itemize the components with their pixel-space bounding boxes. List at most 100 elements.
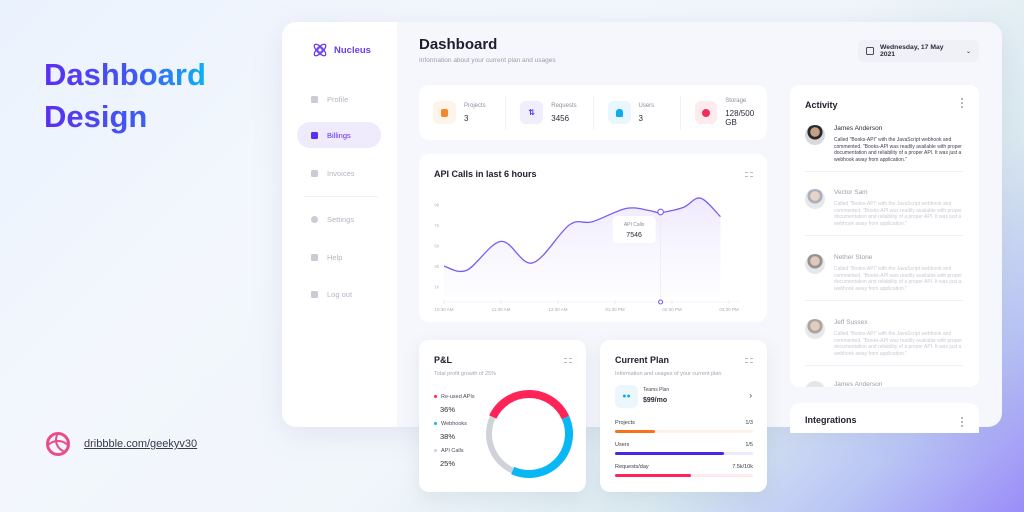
x-tick-label: 12:30 AM — [548, 307, 567, 312]
stat-projects[interactable]: Projects 3 — [419, 95, 507, 130]
stat-users[interactable]: Users 3 — [594, 95, 681, 130]
logout-icon — [311, 290, 318, 298]
legend-api-calls: API Calls 25% — [434, 448, 464, 468]
stats-card: Projects 3 ⇅ Requests 3456 Users 3 Storage 1… — [419, 85, 767, 140]
activity-item[interactable]: Jeff Sussex Called "Books-API" with the … — [805, 319, 963, 366]
stat-storage[interactable]: Storage 128/500 GB — [681, 96, 767, 130]
usage-bar-track — [615, 430, 753, 433]
stat-value: 3456 — [551, 113, 570, 123]
activity-name: James Anderson — [834, 125, 883, 132]
donut-slice-api-calls[interactable] — [486, 415, 515, 474]
legend-dot — [434, 422, 437, 426]
legend-label: API Calls — [441, 448, 464, 454]
page-subtitle: Information about your current plan and … — [419, 57, 556, 64]
stat-requests[interactable]: ⇅ Requests 3456 — [506, 95, 594, 130]
legend-value: 38% — [440, 432, 456, 441]
chevron-right-icon[interactable]: › — [749, 391, 752, 400]
stat-value: 3 — [638, 113, 643, 123]
activity-item[interactable]: Vector Sam Called "Books-API" with the J… — [805, 189, 963, 236]
hover-point[interactable] — [657, 208, 664, 216]
usage-requests: Requests/day 7.5k/10k — [615, 464, 753, 477]
stat-label: Storage — [725, 98, 747, 104]
legend-value: 25% — [440, 459, 456, 468]
activity-item[interactable]: Nether Stone Called "Books-API" with the… — [805, 254, 963, 301]
plan-subtitle: Information and usages of your current p… — [615, 371, 722, 377]
sidebar-item-label: Profile — [327, 94, 349, 104]
more-options-icon[interactable] — [961, 417, 964, 427]
current-plan-card: Current Plan Information and usages of y… — [600, 340, 767, 492]
x-tick-label: 02:30 PM — [662, 307, 682, 312]
sidebar-item-label: Log out — [327, 289, 353, 299]
filter-icon[interactable] — [564, 357, 572, 364]
plan-title: Current Plan — [615, 355, 670, 365]
x-tick-label: 01:30 PM — [605, 307, 625, 312]
stat-value: 128/500 GB — [725, 109, 755, 127]
more-options-icon[interactable] — [961, 98, 964, 108]
legend-reused-apis: Re-used APIs 36% — [434, 394, 475, 414]
activity-name: Nether Stone — [834, 254, 873, 261]
plan-name: Teams Plan — [643, 387, 670, 393]
activity-name: James Anderson — [834, 381, 883, 387]
user-icon — [607, 101, 631, 124]
brand-name: Nucleus — [334, 44, 371, 56]
usage-value: 1/5 — [745, 442, 753, 448]
stat-label: Projects — [464, 102, 486, 109]
activity-name: Jeff Sussex — [834, 319, 868, 326]
donut-slice-webhooks[interactable] — [511, 416, 573, 478]
tooltip-label: API Calls — [624, 222, 645, 228]
chevron-down-icon: ⌄ — [965, 48, 971, 55]
date-label: Wednesday, 17 May 2021 — [879, 44, 944, 58]
atom-logo-icon — [313, 43, 327, 57]
integrations-title: Integrations — [805, 415, 857, 425]
axis-hover-marker[interactable] — [658, 299, 664, 305]
usage-value: 1/3 — [745, 420, 753, 426]
brand-logo[interactable]: Nucleus — [312, 42, 371, 58]
y-tick-label: 5k — [434, 244, 440, 249]
date-picker[interactable]: Wednesday, 17 May 2021 ⌄ — [858, 40, 979, 62]
sidebar-item-profile[interactable]: Profile — [297, 86, 381, 112]
activity-item[interactable]: James Anderson — [805, 381, 963, 387]
page-title: Dashboard — [419, 36, 498, 53]
promo-title-line1: Dashboard — [44, 57, 206, 92]
team-icon: ●● — [615, 385, 638, 408]
avatar — [805, 381, 825, 387]
usage-bar-fill — [615, 452, 725, 455]
pl-title: P&L — [434, 355, 452, 365]
usage-bar-track — [615, 452, 753, 455]
sidebar-divider — [304, 196, 378, 197]
project-icon — [433, 101, 456, 124]
filter-icon[interactable] — [745, 357, 753, 364]
legend-label: Re-used APIs — [441, 394, 475, 400]
plan-price: $99/mo — [643, 397, 668, 404]
app-window: Nucleus Profile Billings Invoices Settin… — [282, 22, 1002, 492]
donut-slice-re-used-apis[interactable] — [489, 390, 570, 420]
requests-arrows-icon: ⇅ — [520, 101, 544, 124]
activity-card: Activity James Anderson Called "Books-AP… — [790, 85, 979, 387]
activity-name: Vector Sam — [834, 189, 868, 196]
sidebar-item-help[interactable]: Help — [297, 244, 381, 270]
sidebar-item-invoices[interactable]: Invoices — [297, 160, 381, 186]
promo-title-line2: Design — [44, 99, 148, 134]
sidebar-item-logout[interactable]: Log out — [297, 281, 381, 307]
tooltip-value: 7546 — [626, 232, 642, 239]
legend-value: 36% — [440, 405, 456, 414]
invoice-icon — [311, 169, 318, 177]
sidebar-item-settings[interactable]: Settings — [297, 206, 381, 232]
usage-value: 7.5k/10k — [732, 464, 753, 470]
legend-dot — [434, 449, 437, 453]
stat-value: 3 — [464, 113, 469, 123]
usage-label: Requests/day — [615, 464, 649, 470]
y-tick-label: 7k — [434, 223, 440, 228]
avatar — [805, 125, 825, 145]
user-icon — [311, 95, 318, 103]
legend-webhooks: Webhooks 38% — [434, 421, 467, 441]
dribbble-link-row[interactable]: dribbble.com/geekyv30 — [46, 432, 197, 456]
usage-bar-fill — [615, 430, 656, 433]
sidebar-item-label: Invoices — [327, 168, 355, 178]
dribbble-link[interactable]: dribbble.com/geekyv30 — [84, 438, 197, 450]
sidebar-item-billings[interactable]: Billings — [297, 122, 381, 148]
dribbble-icon — [46, 432, 70, 456]
integrations-card: Integrations — [790, 403, 979, 433]
activity-item[interactable]: James Anderson Called "Books-API" with t… — [805, 125, 963, 172]
avatar — [805, 254, 825, 274]
